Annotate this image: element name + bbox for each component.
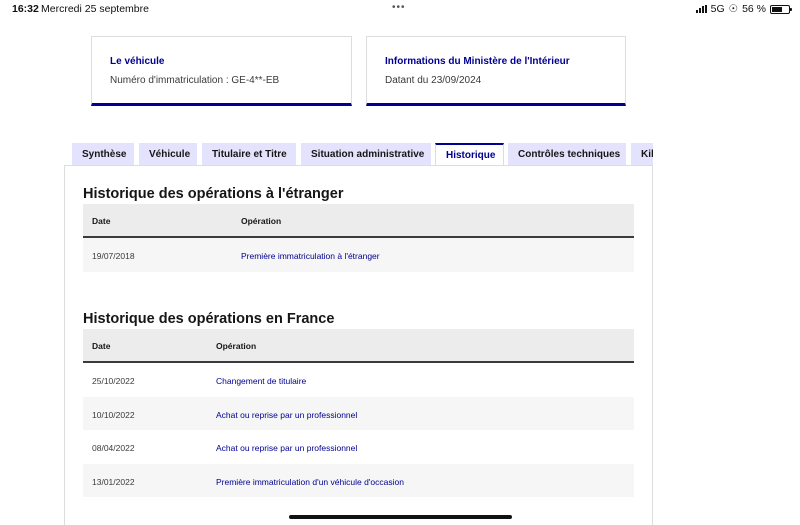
battery-percent: 56 % — [742, 3, 766, 15]
row-date: 19/07/2018 — [92, 251, 135, 261]
table-row: 08/04/2022 Achat ou reprise par un profe… — [83, 430, 634, 464]
tab-bar: Synthèse Véhicule Titulaire et Titre Sit… — [72, 143, 653, 166]
cellular-signal-icon — [695, 5, 707, 13]
row-operation: Achat ou reprise par un professionnel — [216, 409, 358, 420]
location-icon: ☉ — [728, 3, 739, 15]
column-header-operation: Opération — [216, 341, 257, 351]
table-row: 13/01/2022 Première immatriculation d'un… — [83, 463, 634, 497]
vehicle-card: Le véhicule Numéro d'immatriculation : G… — [91, 36, 352, 106]
tab-situation-administrative[interactable]: Situation administrative — [301, 143, 431, 166]
column-header-date: Date — [92, 216, 111, 226]
ministry-date: Datant du 23/09/2024 — [385, 75, 482, 86]
multitasking-dots-icon[interactable]: ••• — [392, 2, 406, 13]
row-operation: Achat ou reprise par un professionnel — [216, 443, 358, 453]
battery-icon — [770, 4, 792, 14]
ministry-card: Informations du Ministère de l'Intérieur… — [366, 36, 626, 106]
tab-vehicule[interactable]: Véhicule — [139, 143, 197, 166]
status-indicators: 5G ☉ 56 % — [695, 3, 792, 15]
status-time: 16:32 — [12, 3, 39, 15]
column-header-date: Date — [92, 341, 111, 351]
table-header: Date Opération — [83, 204, 634, 238]
row-date: 25/10/2022 — [92, 376, 135, 386]
network-label: 5G — [710, 3, 725, 15]
tab-kilometrage[interactable]: Kil — [631, 143, 653, 166]
row-operation: Changement de titulaire — [216, 376, 307, 386]
foreign-history-title: Historique des opérations à l'étranger — [83, 186, 344, 202]
tab-historique[interactable]: Historique — [435, 143, 504, 166]
france-history-table: Date Opération 25/10/2022 Changement de … — [83, 329, 634, 497]
foreign-history-table: Date Opération 19/07/2018 Première immat… — [83, 204, 634, 272]
row-date: 08/04/2022 — [92, 443, 135, 453]
column-header-operation: Opération — [241, 216, 282, 226]
ministry-card-title: Informations du Ministère de l'Intérieur — [385, 56, 570, 67]
vehicle-card-title: Le véhicule — [110, 56, 165, 67]
status-bar: 16:32 Mercredi 25 septembre ••• 5G ☉ 56 … — [0, 0, 800, 17]
table-header: Date Opération — [83, 329, 634, 363]
table-row: 10/10/2022 Achat ou reprise par un profe… — [83, 396, 634, 430]
france-history-title: Historique des opérations en France — [83, 311, 335, 327]
registration-number: Numéro d'immatriculation : GE-4**-EB — [110, 75, 280, 86]
row-operation: Première immatriculation d'un véhicule d… — [216, 476, 404, 487]
home-indicator[interactable] — [289, 515, 512, 519]
status-date: Mercredi 25 septembre — [41, 3, 149, 15]
tab-synthese[interactable]: Synthèse — [72, 143, 134, 166]
tab-controles-techniques[interactable]: Contrôles techniques — [508, 143, 626, 166]
row-date: 13/01/2022 — [92, 476, 135, 487]
row-date: 10/10/2022 — [92, 409, 135, 420]
tab-titulaire[interactable]: Titulaire et Titre — [202, 143, 296, 166]
table-row: 25/10/2022 Changement de titulaire — [83, 363, 634, 397]
row-operation: Première immatriculation à l'étranger — [241, 251, 380, 261]
table-row: 19/07/2018 Première immatriculation à l'… — [83, 238, 634, 272]
